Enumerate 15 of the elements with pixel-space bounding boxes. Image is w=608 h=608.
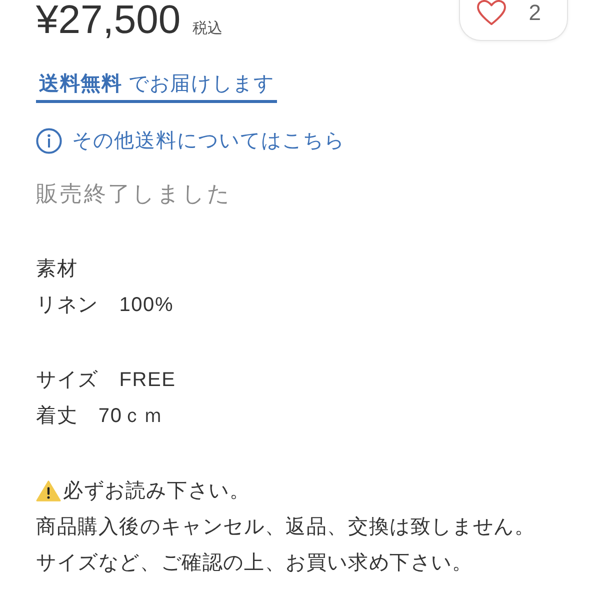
shipping-info-link[interactable]: その他送料についてはこちら bbox=[72, 127, 345, 154]
description-line: 商品購入後のキャンセル、返品、交換は致しません。 bbox=[36, 514, 536, 540]
free-shipping-tab[interactable]: 送料無料 でお届けします bbox=[36, 71, 278, 103]
sold-out-status: 販売終了しました bbox=[36, 180, 233, 208]
like-button[interactable]: 2 bbox=[458, 0, 568, 41]
tax-note: 税込 bbox=[192, 19, 223, 38]
description-line: 着丈 70ｃｍ bbox=[36, 404, 165, 429]
description-line: サイズ FREE bbox=[36, 368, 177, 393]
info-icon bbox=[36, 128, 62, 154]
price: ¥27,500 bbox=[36, 0, 181, 40]
warning-line: 必ずお読み下さい。 bbox=[63, 478, 250, 504]
description-line: リネン 100% bbox=[36, 292, 175, 318]
description-line: 素材 bbox=[36, 256, 79, 282]
description-line: サイズなど、ご確認の上、お買い求め下さい。 bbox=[36, 550, 474, 576]
warning-icon bbox=[36, 480, 61, 502]
